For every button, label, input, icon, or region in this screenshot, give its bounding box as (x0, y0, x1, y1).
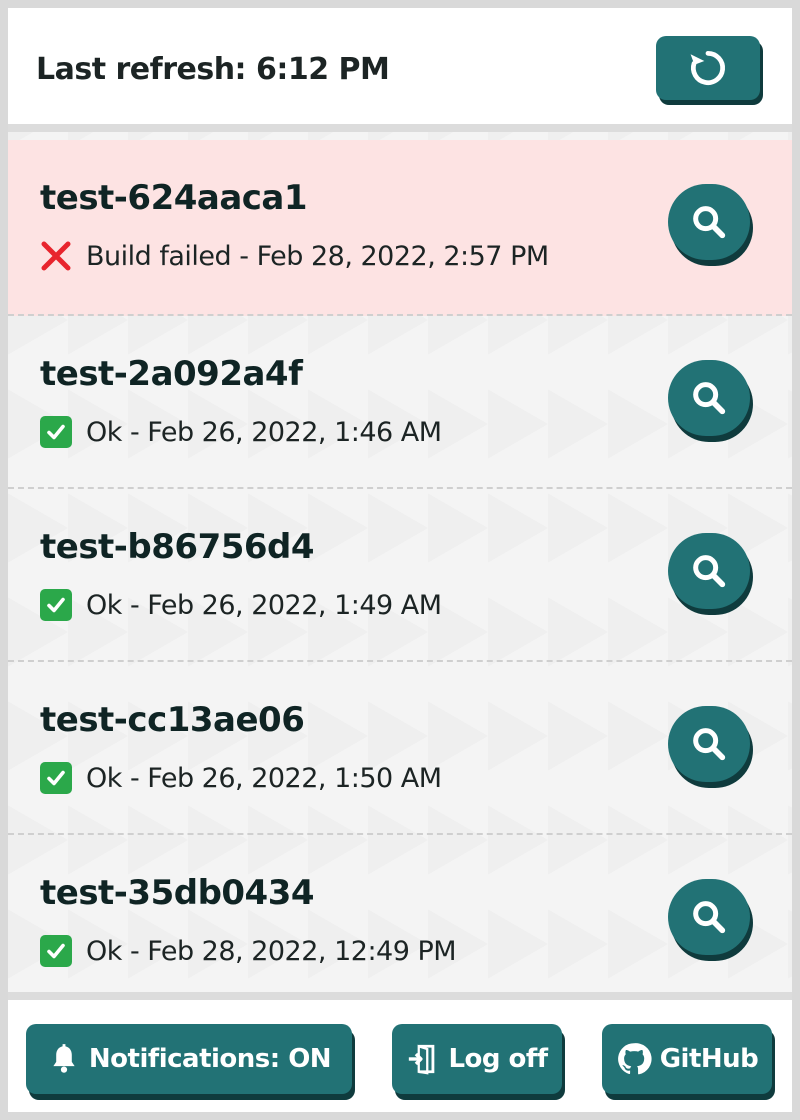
search-icon (693, 382, 726, 415)
search-icon (693, 206, 726, 239)
log-off-label: Log off (448, 1044, 548, 1074)
test-name: test-cc13ae06 (40, 700, 305, 740)
test-status: Ok - Feb 26, 2022, 1:50 AM (40, 762, 442, 794)
test-status-text: Ok - Feb 26, 2022, 1:50 AM (86, 762, 442, 794)
test-status-text: Ok - Feb 28, 2022, 12:49 PM (86, 935, 457, 967)
app-frame: Last refresh: 6:12 PM test-624aaca1 Buil… (8, 8, 792, 1112)
search-icon (693, 728, 726, 761)
check-mark-icon (40, 589, 72, 621)
log-off-button[interactable]: Log off (392, 1024, 562, 1094)
test-row: test-cc13ae06 Ok - Feb 26, 2022, 1:50 AM (8, 662, 792, 835)
test-list: test-624aaca1 Build failed - Feb 28, 202… (8, 140, 792, 1008)
test-name: test-624aaca1 (40, 178, 308, 218)
refresh-button[interactable] (656, 36, 760, 100)
check-mark-icon (40, 935, 72, 967)
footer: Notifications: ON Log off GitHub (8, 992, 792, 1112)
test-name: test-2a092a4f (40, 354, 303, 394)
check-mark-icon (40, 762, 72, 794)
test-row: test-624aaca1 Build failed - Feb 28, 202… (8, 140, 792, 316)
inspect-button[interactable] (668, 879, 750, 955)
notifications-toggle-button[interactable]: Notifications: ON (26, 1024, 352, 1094)
inspect-button[interactable] (668, 184, 750, 260)
last-refresh-text: Last refresh: 6:12 PM (36, 52, 390, 87)
search-icon (693, 555, 726, 588)
sign-out-icon (409, 1044, 435, 1075)
github-button[interactable]: GitHub (602, 1024, 772, 1094)
failed-x-icon (40, 240, 72, 272)
test-name: test-b86756d4 (40, 527, 315, 567)
search-icon (693, 901, 726, 934)
test-status-text: Build failed - Feb 28, 2022, 2:57 PM (86, 240, 549, 272)
test-name: test-35db0434 (40, 873, 315, 913)
header: Last refresh: 6:12 PM (8, 8, 792, 132)
test-row: test-b86756d4 Ok - Feb 26, 2022, 1:49 AM (8, 489, 792, 662)
test-row: test-35db0434 Ok - Feb 28, 2022, 12:49 P… (8, 835, 792, 1008)
test-status: Build failed - Feb 28, 2022, 2:57 PM (40, 240, 549, 272)
github-icon (617, 1043, 652, 1075)
test-status-text: Ok - Feb 26, 2022, 1:49 AM (86, 589, 442, 621)
inspect-button[interactable] (668, 706, 750, 782)
test-status: Ok - Feb 26, 2022, 1:49 AM (40, 589, 442, 621)
test-status-text: Ok - Feb 26, 2022, 1:46 AM (86, 416, 442, 448)
test-status: Ok - Feb 28, 2022, 12:49 PM (40, 935, 457, 967)
inspect-button[interactable] (668, 360, 750, 436)
check-mark-icon (40, 416, 72, 448)
github-label: GitHub (659, 1044, 759, 1074)
notifications-label: Notifications: ON (88, 1044, 332, 1074)
test-status: Ok - Feb 26, 2022, 1:46 AM (40, 416, 442, 448)
test-row: test-2a092a4f Ok - Feb 26, 2022, 1:46 AM (8, 316, 792, 489)
bell-icon (53, 1044, 75, 1073)
refresh-icon (690, 50, 725, 86)
inspect-button[interactable] (668, 533, 750, 609)
